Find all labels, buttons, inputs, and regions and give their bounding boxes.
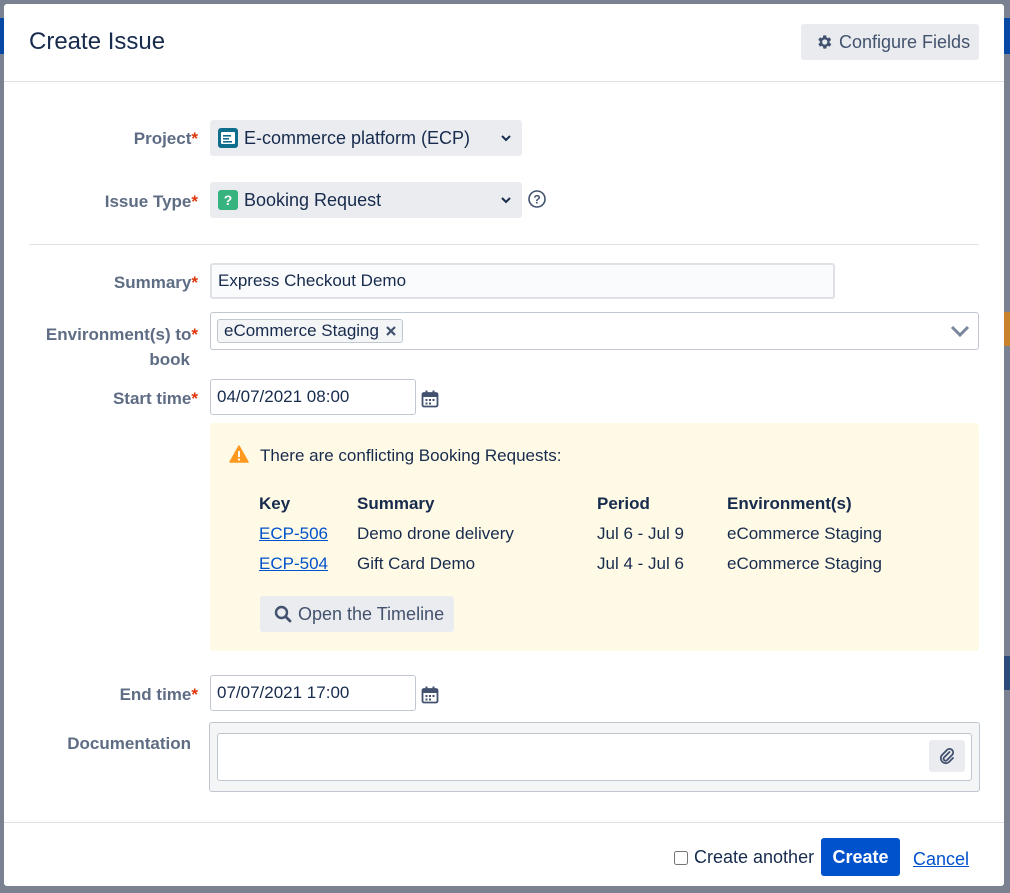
end-time-value: 07/07/2021 17:00 bbox=[217, 683, 350, 702]
documentation-textarea[interactable] bbox=[217, 733, 972, 781]
remove-icon[interactable] bbox=[385, 325, 397, 337]
table-row: ECP-504 Gift Card Demo Jul 4 - Jul 6 eCo… bbox=[259, 549, 927, 579]
open-timeline-label: Open the Timeline bbox=[298, 603, 445, 624]
documentation-label: Documentation bbox=[67, 734, 191, 753]
create-issue-dialog: Create Issue Configure Fields Project* E… bbox=[4, 4, 1004, 886]
documentation-editor bbox=[209, 722, 980, 792]
environments-multiselect[interactable]: eCommerce Staging bbox=[210, 312, 979, 350]
table-cell: Jul 4 - Jul 6 bbox=[597, 554, 684, 573]
column-header: Summary bbox=[357, 494, 435, 513]
environments-label: Environment(s) to* book bbox=[45, 325, 198, 369]
create-button[interactable]: Create bbox=[821, 838, 900, 876]
chevron-down-icon[interactable] bbox=[950, 324, 970, 338]
issue-type-value: Booking Request bbox=[244, 189, 382, 210]
dialog-header: Create Issue Configure Fields bbox=[4, 4, 1004, 82]
issue-type-select[interactable]: ? Booking Request bbox=[210, 182, 522, 218]
conflict-warning: There are conflicting Booking Requests: … bbox=[210, 423, 979, 651]
column-header: Environment(s) bbox=[727, 494, 852, 513]
summary-label: Summary* bbox=[113, 273, 198, 292]
attachment-button[interactable] bbox=[929, 740, 965, 772]
paperclip-icon bbox=[939, 748, 954, 765]
column-header: Period bbox=[597, 494, 650, 513]
background-header-strip-right bbox=[1004, 18, 1010, 54]
create-another-checkbox[interactable] bbox=[674, 850, 688, 865]
issue-key-link[interactable]: ECP-504 bbox=[259, 554, 328, 573]
start-time-value: 04/07/2021 08:00 bbox=[217, 387, 350, 406]
start-time-input[interactable]: 04/07/2021 08:00 bbox=[210, 379, 416, 415]
table-cell: Jul 6 - Jul 9 bbox=[597, 524, 684, 543]
column-header: Key bbox=[259, 494, 291, 513]
end-time-label: End time* bbox=[119, 685, 198, 704]
conflicts-table: Key Summary Period Environment(s) ECP-50… bbox=[259, 489, 927, 579]
project-label: Project* bbox=[133, 129, 198, 148]
section-divider bbox=[29, 244, 979, 245]
table-cell: Demo drone delivery bbox=[357, 524, 514, 543]
warning-icon bbox=[229, 445, 249, 463]
environment-tag: eCommerce Staging bbox=[217, 319, 403, 343]
conflict-message: There are conflicting Booking Requests: bbox=[260, 446, 562, 465]
table-row: ECP-506 Demo drone delivery Jul 6 - Jul … bbox=[259, 519, 927, 549]
calendar-icon[interactable] bbox=[421, 686, 439, 704]
summary-value: Express Checkout Demo bbox=[218, 271, 407, 290]
calendar-icon[interactable] bbox=[421, 390, 439, 408]
configure-fields-label: Configure Fields bbox=[839, 31, 971, 52]
table-cell: Gift Card Demo bbox=[357, 554, 476, 573]
project-value: E-commerce platform (ECP) bbox=[244, 127, 471, 148]
open-timeline-button[interactable]: Open the Timeline bbox=[260, 596, 454, 632]
chevron-down-icon bbox=[501, 135, 511, 142]
dialog-title: Create Issue bbox=[29, 28, 166, 55]
svg-text:?: ? bbox=[533, 193, 540, 207]
dialog-footer: Create another Create Cancel bbox=[4, 822, 1004, 886]
create-another-label: Create another bbox=[694, 847, 815, 867]
table-header-row: Key Summary Period Environment(s) bbox=[259, 489, 927, 519]
help-icon[interactable]: ? bbox=[527, 189, 547, 209]
start-time-label: Start time* bbox=[112, 389, 198, 408]
configure-fields-button[interactable]: Configure Fields bbox=[801, 24, 979, 60]
background-badge-strip bbox=[1004, 312, 1010, 346]
table-cell: eCommerce Staging bbox=[727, 524, 882, 543]
chevron-down-icon bbox=[501, 197, 511, 204]
question-icon: ? bbox=[218, 190, 238, 210]
svg-text:?: ? bbox=[224, 192, 233, 208]
cancel-link[interactable]: Cancel bbox=[913, 849, 969, 870]
background-row-strip bbox=[1004, 656, 1010, 690]
end-time-input[interactable]: 07/07/2021 17:00 bbox=[210, 675, 416, 711]
environment-tag-label: eCommerce Staging bbox=[224, 321, 379, 340]
project-icon bbox=[218, 128, 238, 148]
search-icon bbox=[274, 605, 292, 623]
issue-type-label: Issue Type* bbox=[104, 192, 198, 211]
create-another-checkbox-label[interactable]: Create another bbox=[674, 847, 814, 868]
project-select[interactable]: E-commerce platform (ECP) bbox=[210, 120, 522, 156]
gear-icon bbox=[818, 35, 832, 49]
issue-key-link[interactable]: ECP-506 bbox=[259, 524, 328, 543]
table-cell: eCommerce Staging bbox=[727, 554, 882, 573]
summary-input[interactable]: Express Checkout Demo bbox=[210, 263, 835, 299]
